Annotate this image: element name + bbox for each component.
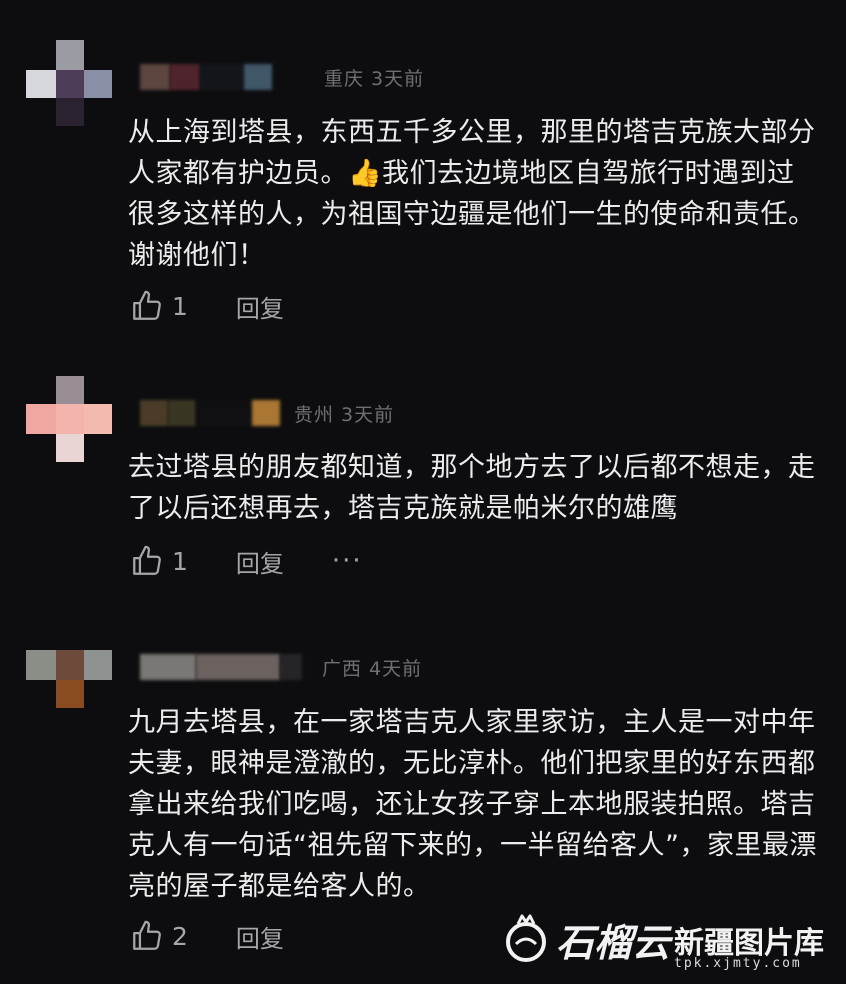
comment-actions: 2 回复: [130, 918, 284, 954]
username-redacted: [196, 400, 252, 426]
avatar[interactable]: [26, 376, 114, 464]
like-count: 2: [172, 921, 188, 951]
username-redacted: [200, 64, 244, 90]
thumbs-up-icon: [133, 545, 161, 575]
comment-actions: 1 回复: [130, 288, 284, 324]
username-redacted: [168, 400, 196, 426]
username-redacted: [252, 400, 280, 426]
reply-button[interactable]: 回复: [236, 544, 284, 579]
avatar[interactable]: [26, 40, 114, 128]
like-button[interactable]: 1: [130, 289, 188, 323]
like-button[interactable]: 1: [130, 544, 188, 578]
comment-location-time: 贵州 3天前: [294, 403, 395, 426]
pomegranate-logo: [506, 914, 546, 962]
username-redacted[interactable]: [140, 654, 196, 680]
watermark-brand: 石榴云: [556, 920, 671, 965]
username-redacted[interactable]: [140, 400, 168, 426]
comment-location-time: 重庆 3天前: [324, 67, 425, 90]
comment-meta: 广西 4天前: [140, 652, 422, 682]
like-button[interactable]: 2: [130, 919, 188, 953]
username-redacted: [244, 64, 272, 90]
comment-meta: 重庆 3天前: [140, 62, 424, 92]
comment-text: 从上海到塔县，东西五千多公里，那里的塔吉克族大部分人家都有护边员。👍我们去边境地…: [128, 117, 816, 271]
like-count: 1: [172, 291, 188, 321]
reply-button[interactable]: 回复: [236, 289, 284, 324]
like-count: 1: [172, 546, 188, 576]
username-redacted: [280, 654, 302, 680]
avatar[interactable]: [26, 650, 114, 738]
comment-meta: 贵州 3天前: [140, 398, 394, 428]
comment-location-time: 广西 4天前: [322, 657, 423, 680]
watermark: 石榴云 新疆图片库 tpk.xjmty.com: [498, 908, 838, 978]
thumbs-up-icon: [133, 920, 161, 950]
comment-actions: 1 回复 ···: [130, 543, 363, 579]
username-redacted: [170, 64, 200, 90]
more-options-button[interactable]: ···: [332, 546, 363, 576]
username-redacted: [196, 654, 280, 680]
thumbs-up-icon: [133, 290, 161, 320]
reply-button[interactable]: 回复: [236, 919, 284, 954]
comment-text: 去过塔县的朋友都知道，那个地方去了以后都不想走，走了以后还想再去，塔吉克族就是帕…: [128, 452, 816, 524]
comment-text: 九月去塔县，在一家塔吉克人家里家访，主人是一对中年夫妻，眼神是澄澈的，无比淳朴。…: [128, 707, 817, 902]
watermark-url: tpk.xjmty.com: [674, 956, 802, 971]
username-redacted[interactable]: [140, 64, 170, 90]
